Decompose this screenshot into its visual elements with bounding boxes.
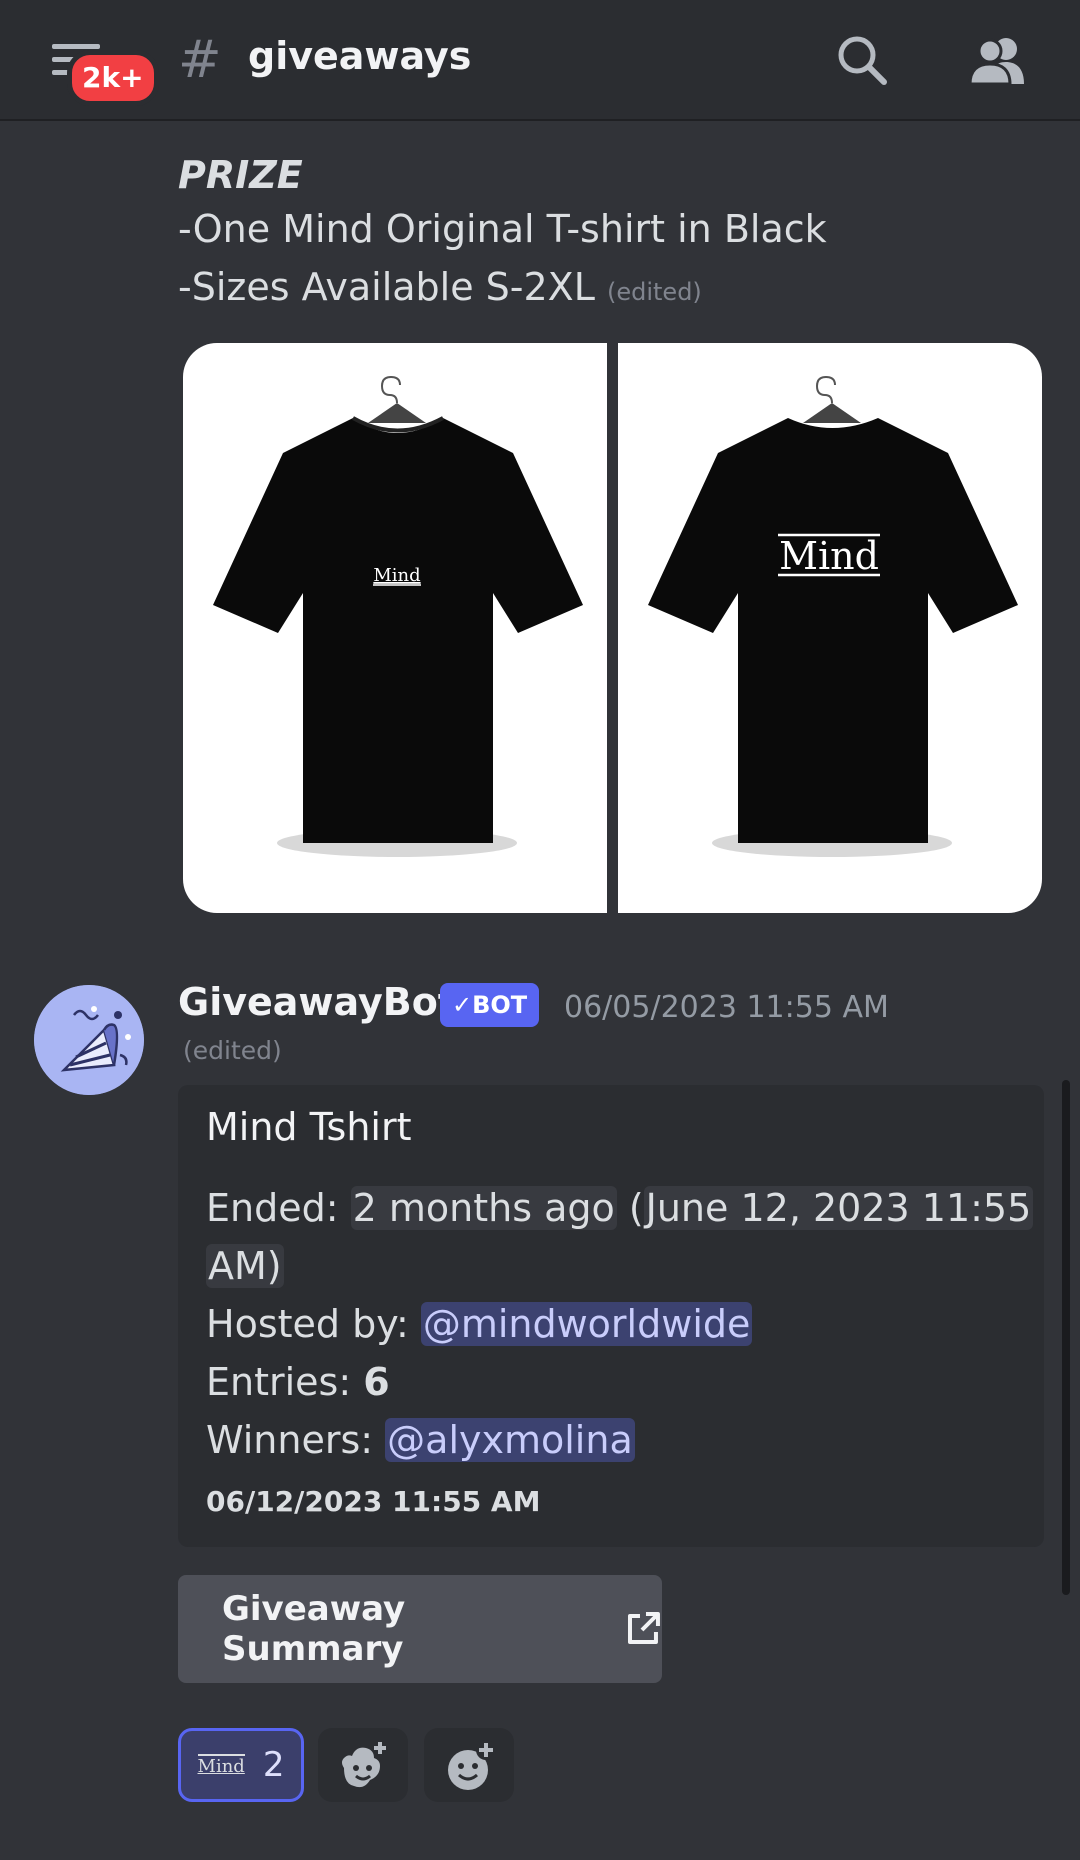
back-logo: Mind <box>779 534 879 578</box>
front-logo: Mind <box>373 565 420 586</box>
embed-footer-timestamp: 06/12/2023 11:55 AM <box>206 1485 541 1518</box>
scrollbar[interactable] <box>1062 1080 1070 1595</box>
host-mention[interactable]: @mindworldwide <box>420 1302 753 1346</box>
ended-relative-time: 2 months ago <box>350 1186 617 1230</box>
add-super-reaction-icon <box>342 1742 386 1788</box>
prize-line-1: -One Mind Original T-shirt in Black <box>178 207 827 251</box>
reaction-mind[interactable]: Mind 2 <box>178 1728 304 1802</box>
external-link-icon <box>628 1612 661 1644</box>
channel-header: 2k+ # giveaways <box>0 0 1080 121</box>
members-icon[interactable] <box>966 34 1028 86</box>
bot-tag: ✓BOT <box>440 983 540 1027</box>
giveaway-embed: Mind Tshirt Ended: 2 months ago (June 12… <box>178 1085 1044 1547</box>
add-reaction-icon <box>448 1740 496 1790</box>
add-super-reaction-button[interactable] <box>318 1728 408 1802</box>
edited-label: (edited) <box>606 278 702 306</box>
unread-badge: 2k+ <box>67 50 159 106</box>
hosted-line: Hosted by: @mindworldwide <box>206 1295 1026 1353</box>
edited-label: (edited) <box>183 1036 282 1065</box>
ended-date: June 12, 2023 11:55 <box>643 1186 1034 1230</box>
winners-line: Winners: @alyxmolina <box>206 1411 1026 1469</box>
tshirt-back-drawing: Mind <box>648 375 1018 857</box>
ended-label: Ended: <box>206 1186 351 1230</box>
prize-title: PRIZE <box>178 153 303 197</box>
add-reaction-button[interactable] <box>424 1728 514 1802</box>
prize-line-2-text: -Sizes Available S-2XL <box>178 265 595 309</box>
channel-hash-icon: # <box>178 30 222 90</box>
entries-label: Entries: <box>206 1360 364 1404</box>
bot-avatar[interactable] <box>34 985 144 1095</box>
menu-button[interactable]: 2k+ <box>46 34 159 106</box>
embed-fields: Ended: 2 months ago (June 12, 2023 11:55… <box>206 1179 1034 1469</box>
mind-emoji: Mind <box>197 1753 245 1777</box>
hosted-label: Hosted by: <box>206 1302 421 1346</box>
party-popper-icon <box>34 985 144 1095</box>
bot-author-name[interactable]: GiveawayBot <box>178 980 456 1024</box>
message-timestamp: 06/05/2023 11:55 AM <box>564 990 889 1025</box>
embed-title: Mind Tshirt <box>206 1105 412 1149</box>
prize-message: PRIZE -One Mind Original T-shirt in Blac… <box>178 150 1058 316</box>
entries-line: Entries: 6 <box>206 1353 1026 1411</box>
winner-mention[interactable]: @alyxmolina <box>385 1418 635 1462</box>
search-icon[interactable] <box>836 34 888 86</box>
giveaway-summary-button[interactable]: Giveaway Summary <box>178 1575 662 1683</box>
reaction-count: 2 <box>262 1745 285 1785</box>
ended-line-wrap: AM) <box>206 1237 1026 1295</box>
tshirt-front-drawing: Mind <box>213 375 583 857</box>
ended-date-tail: AM) <box>206 1244 284 1288</box>
winners-label: Winners: <box>206 1418 386 1462</box>
ended-open-paren: ( <box>616 1186 644 1230</box>
channel-name: giveaways <box>248 34 472 78</box>
tshirt-back-image[interactable]: Mind <box>618 343 1042 913</box>
prize-line-2: -Sizes Available S-2XL (edited) <box>178 258 1058 316</box>
ended-line: Ended: 2 months ago (June 12, 2023 11:55 <box>206 1179 1034 1237</box>
tshirt-front-image[interactable]: Mind <box>183 343 607 913</box>
entries-count: 6 <box>363 1360 390 1404</box>
summary-button-label: Giveaway Summary <box>222 1589 406 1669</box>
